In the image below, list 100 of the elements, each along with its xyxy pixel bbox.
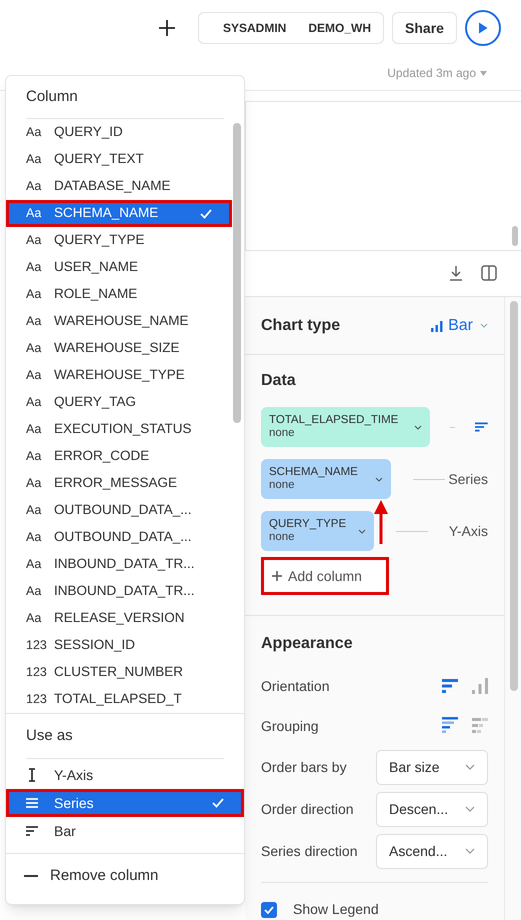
select-value: Ascend... [389,842,448,860]
column-name: USER_NAME [54,258,140,276]
select-value: Descen... [389,800,448,818]
context-selector[interactable]: SYSADMIN DEMO_WH [198,12,384,44]
text-cursor-icon [26,768,38,782]
download-button[interactable] [449,265,463,282]
column-name: SCHEMA_NAME [54,204,160,222]
minus-icon [24,874,38,878]
column-name: QUERY_TYPE [54,231,146,250]
column-name: QUERY_TEXT [54,150,145,168]
play-icon [478,22,488,34]
option-label: Series [54,794,95,812]
type-label: Aa [26,610,42,628]
column-name: INBOUND_DATA_TR... [54,555,196,574]
chevron-down-icon [480,323,488,328]
type-label: Aa [26,556,42,574]
share-button[interactable]: Share [392,12,457,44]
setting-label: Series direction [261,842,358,860]
download-icon [449,265,463,282]
menu-item[interactable]: Aa QUERY_ID [6,119,232,146]
column-name: ROLE_NAME [54,285,138,304]
chevron-down-icon [414,424,422,430]
menu-item[interactable]: Aa ERROR_CODE [6,443,232,470]
select-field[interactable]: Ascend... [376,834,488,868]
column-name: TOTAL_ELAPSED_T [54,690,183,708]
menu-item[interactable]: Aa SCHEMA_NAME [6,200,232,227]
column-name: WAREHOUSE_NAME [54,312,190,330]
check-icon [200,208,212,218]
menu-item[interactable]: Aa USER_NAME [6,254,232,281]
scrollbar [512,226,518,246]
column-name: ERROR_MESSAGE [54,474,178,492]
menu-item[interactable]: Aa QUERY_TYPE [6,227,232,254]
section-title: Chart type [261,316,340,336]
select-field[interactable]: Bar size [376,750,488,784]
type-label: Aa [26,286,42,304]
checkbox-label: Show Legend [293,900,379,919]
menu-item[interactable]: Aa INBOUND_DATA_TR... [6,578,232,605]
chevron-down-icon [465,806,475,812]
chevron-down-icon [358,528,366,534]
add-column-button[interactable]: Add column [261,557,389,595]
horizontal-bars-icon [442,678,458,694]
type-label: Aa [26,205,42,222]
menu-item[interactable]: Aa WAREHOUSE_SIZE [6,335,232,362]
column-chip[interactable]: QUERY_TYPE none [261,511,374,551]
column-name: QUERY_TYPE [269,518,346,531]
grouping-option[interactable] [442,717,458,735]
add-icon [158,19,176,37]
column-chip[interactable]: TOTAL_ELAPSED_TIME none [261,407,430,447]
menu-item[interactable]: Aa ERROR_MESSAGE [6,470,232,497]
menu-item[interactable]: Aa EXECUTION_STATUS [6,416,232,443]
menu-item[interactable]: Aa QUERY_TEXT [6,146,232,173]
menu-item[interactable]: Aa DATABASE_NAME [6,173,232,200]
menu-item[interactable]: Aa OUTBOUND_DATA_... [6,497,232,524]
updated-label: Updated 3m ago [387,65,476,82]
menu-item[interactable]: Aa RELEASE_VERSION [6,605,232,632]
menu-item[interactable]: Aa INBOUND_DATA_TR... [6,551,232,578]
checkbox[interactable] [261,902,277,918]
menu-item[interactable]: 123 CLUSTER_NUMBER [6,659,232,686]
warehouse-name: DEMO_WH [308,20,372,37]
menu-item[interactable]: Aa QUERY_TAG [6,389,232,416]
menu-item[interactable]: Aa ROLE_NAME [6,281,232,308]
menu-item[interactable]: Bar [6,817,244,845]
column-name: QUERY_TAG [54,393,138,412]
column-name: RELEASE_VERSION [54,609,186,628]
aggregation-label: none [269,427,296,440]
run-button[interactable] [465,10,501,46]
setting-label: Orientation [261,676,330,696]
chart-type-dropdown[interactable]: Bar [431,314,488,338]
menu-item[interactable]: Y-Axis [6,761,244,789]
setting-label: Order bars by [261,758,347,777]
chevron-down-icon [375,476,383,482]
menu-item[interactable]: Aa OUTBOUND_DATA_... [6,524,232,551]
menu-item[interactable]: 123 SESSION_ID [6,632,232,659]
menu-item[interactable]: Aa WAREHOUSE_NAME [6,308,232,335]
column-name: OUTBOUND_DATA_... [54,528,193,546]
type-label: 123 [26,691,44,708]
aggregation-label: none [269,479,296,492]
menu-item[interactable]: Series [6,789,244,817]
menu-lines-icon [26,796,38,810]
type-label: Aa [26,529,42,546]
column-name: TOTAL_ELAPSED_TIME [269,414,398,427]
remove-column-button[interactable]: Remove column [6,854,244,898]
column-chip[interactable]: SCHEMA_NAME none [261,459,391,499]
type-label: Aa [26,475,42,492]
option-label: Bar [54,822,77,840]
type-label: Aa [26,448,42,466]
type-label: Aa [26,421,42,438]
chevron-down-icon [465,848,475,854]
menu-item[interactable]: Aa WAREHOUSE_TYPE [6,362,232,389]
type-label: Aa [26,313,42,330]
caret-icon [480,70,487,76]
orientation-option[interactable] [442,678,458,694]
type-label: 123 [26,664,44,682]
select-field[interactable]: Descen... [376,792,488,826]
type-label: Aa [26,178,42,196]
split-view-button[interactable] [481,265,497,282]
type-label: Aa [26,394,42,412]
menu-title: Use as [25,726,74,746]
menu-item[interactable]: 123 TOTAL_ELAPSED_T [6,686,232,713]
column-name: SESSION_ID [54,636,136,654]
